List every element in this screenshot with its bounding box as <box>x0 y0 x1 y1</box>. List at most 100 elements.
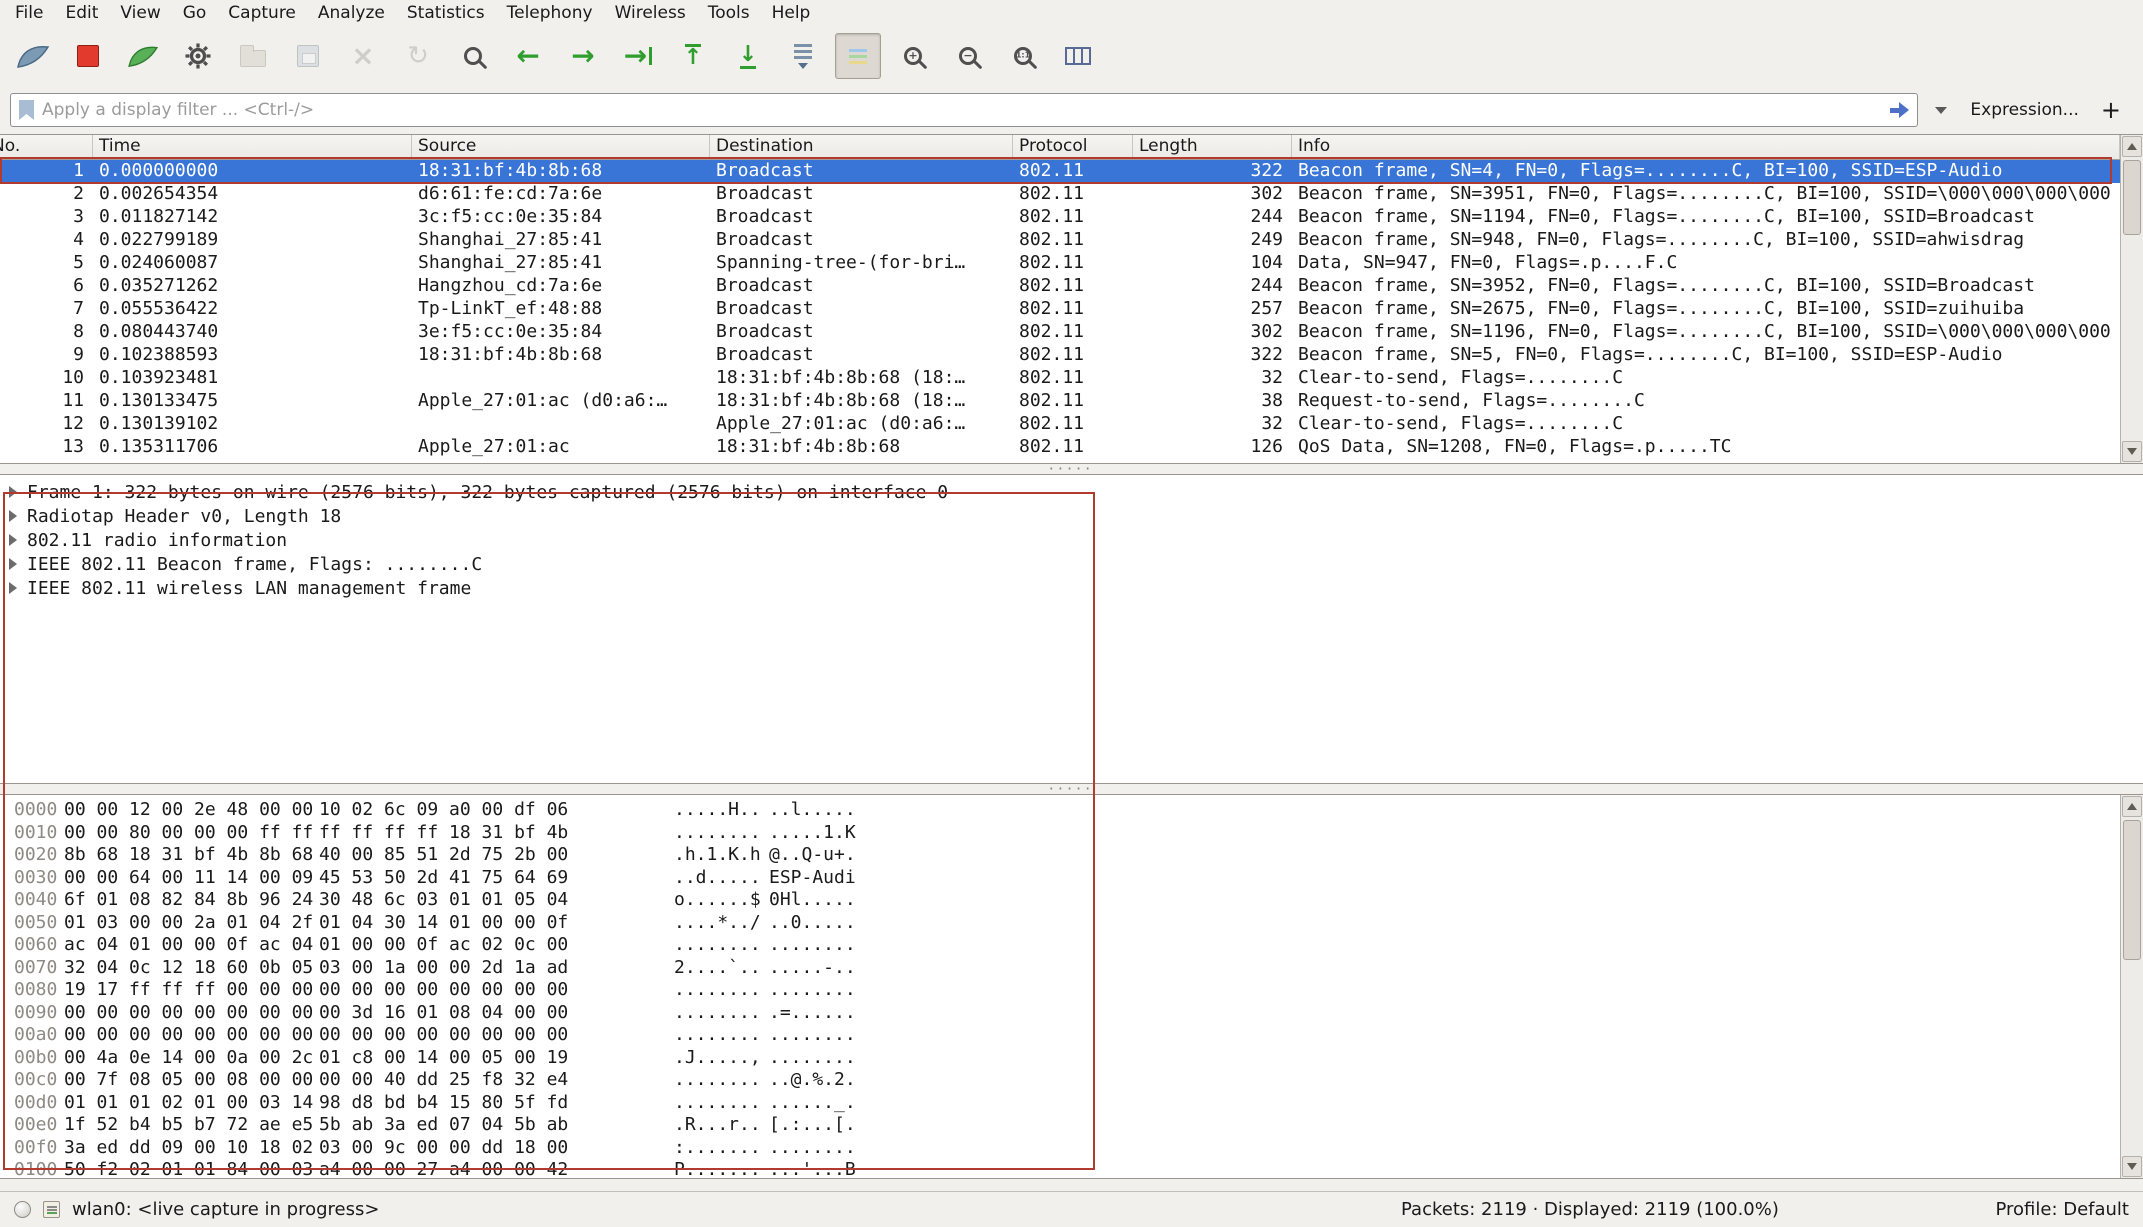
hex-row[interactable]: 009000 00 00 00 00 00 00 0000 3d 16 01 0… <box>0 1002 2143 1025</box>
detail-tree-item[interactable]: 802.11 radio information <box>0 528 2143 552</box>
scrollbar-thumb[interactable] <box>2123 820 2141 960</box>
scroll-down-button[interactable] <box>2122 1156 2142 1177</box>
column-header-protocol[interactable]: Protocol <box>1013 135 1133 159</box>
detail-tree-item[interactable]: Frame 1: 322 bytes on wire (2576 bits), … <box>0 480 2143 504</box>
add-filter-button[interactable]: + <box>2095 96 2133 124</box>
hex-row[interactable]: 00f03a ed dd 09 00 10 18 0203 00 9c 00 0… <box>0 1137 2143 1160</box>
packet-row[interactable]: 110.130133475Apple_27:01:ac (d0:a6:…18:3… <box>0 390 2120 413</box>
auto-scroll-button[interactable] <box>780 33 826 79</box>
hex-row[interactable]: 005001 03 00 00 2a 01 04 2f01 04 30 14 0… <box>0 912 2143 935</box>
column-header-length[interactable]: Length <box>1133 135 1292 159</box>
packet-row[interactable]: 120.130139102Apple_27:01:ac (d0:a6:…802.… <box>0 413 2120 436</box>
hex-bytes: 1f 52 b4 b5 b7 72 ae e5 <box>64 1114 319 1137</box>
menu-analyze[interactable]: Analyze <box>307 1 396 25</box>
hex-row[interactable]: 00b000 4a 0e 14 00 0a 00 2c01 c8 00 14 0… <box>0 1047 2143 1070</box>
packet-row[interactable]: 100.10392348118:31:bf:4b:8b:68 (18:…802.… <box>0 367 2120 390</box>
expression-button[interactable]: Expression... <box>1964 100 2085 120</box>
hex-row[interactable]: 00406f 01 08 82 84 8b 96 2430 48 6c 03 0… <box>0 889 2143 912</box>
packet-row[interactable]: 50.024060087Shanghai_27:85:41Spanning-tr… <box>0 252 2120 275</box>
go-to-packet-button[interactable]: → <box>615 33 661 79</box>
expander-icon[interactable] <box>9 534 17 546</box>
packet-row[interactable]: 30.0118271423c:f5:cc:0e:35:84Broadcast80… <box>0 206 2120 229</box>
packet-row[interactable]: 20.002654354d6:61:fe:cd:7a:6eBroadcast80… <box>0 183 2120 206</box>
expander-icon[interactable] <box>9 486 17 498</box>
hex-row[interactable]: 008019 17 ff ff ff 00 00 0000 00 00 00 0… <box>0 979 2143 1002</box>
hex-row[interactable]: 00208b 68 18 31 bf 4b 8b 6840 00 85 51 2… <box>0 844 2143 867</box>
hex-row[interactable]: 0060ac 04 01 00 00 0f ac 0401 00 00 0f a… <box>0 934 2143 957</box>
find-packet-button[interactable] <box>450 33 496 79</box>
capture-comment-icon[interactable] <box>43 1201 60 1218</box>
menu-file[interactable]: File <box>4 1 54 25</box>
hex-pane-scrollbar[interactable] <box>2120 795 2143 1178</box>
packet-row[interactable]: 90.10238859318:31:bf:4b:8b:68Broadcast80… <box>0 344 2120 367</box>
open-file-button[interactable] <box>230 33 276 79</box>
expander-icon[interactable] <box>9 582 17 594</box>
restart-capture-button[interactable] <box>120 33 166 79</box>
start-capture-button[interactable] <box>10 33 56 79</box>
profile-text[interactable]: Profile: Default <box>1995 1199 2129 1220</box>
colorize-button[interactable] <box>835 33 881 79</box>
save-file-button[interactable] <box>285 33 331 79</box>
last-packet-button[interactable]: ↓ <box>725 33 771 79</box>
detail-tree-item[interactable]: IEEE 802.11 Beacon frame, Flags: .......… <box>0 552 2143 576</box>
menu-capture[interactable]: Capture <box>217 1 307 25</box>
stop-capture-button[interactable] <box>65 33 111 79</box>
hex-row[interactable]: 007032 04 0c 12 18 60 0b 0503 00 1a 00 0… <box>0 957 2143 980</box>
resize-columns-button[interactable] <box>1055 33 1101 79</box>
packet-row[interactable]: 40.022799189Shanghai_27:85:41Broadcast80… <box>0 229 2120 252</box>
packet-row[interactable]: 60.035271262Hangzhou_cd:7a:6eBroadcast80… <box>0 275 2120 298</box>
hex-row[interactable]: 003000 00 64 00 11 14 00 0945 53 50 2d 4… <box>0 867 2143 890</box>
packet-row[interactable]: 10.00000000018:31:bf:4b:8b:68Broadcast80… <box>0 160 2120 183</box>
detail-tree-item[interactable]: IEEE 802.11 wireless LAN management fram… <box>0 576 2143 600</box>
next-packet-button[interactable]: → <box>560 33 606 79</box>
menu-go[interactable]: Go <box>172 1 218 25</box>
column-header-time[interactable]: Time <box>93 135 412 159</box>
hex-row[interactable]: 000000 00 12 00 2e 48 00 0010 02 6c 09 a… <box>0 799 2143 822</box>
hex-row[interactable]: 00a000 00 00 00 00 00 00 0000 00 00 00 0… <box>0 1024 2143 1047</box>
scroll-up-button[interactable] <box>2122 796 2142 817</box>
zoom-in-button[interactable]: + <box>890 33 936 79</box>
zoom-out-button[interactable]: − <box>945 33 991 79</box>
first-packet-button[interactable]: ↑ <box>670 33 716 79</box>
menu-view[interactable]: View <box>109 1 171 25</box>
menu-tools[interactable]: Tools <box>697 1 761 25</box>
scroll-down-button[interactable] <box>2122 441 2142 462</box>
column-header-no[interactable]: No. <box>0 135 93 159</box>
hex-row[interactable]: 00e01f 52 b4 b5 b7 72 ae e55b ab 3a ed 0… <box>0 1114 2143 1137</box>
packet-row[interactable]: 130.135311706Apple_27:01:ac18:31:bf:4b:8… <box>0 436 2120 459</box>
menu-statistics[interactable]: Statistics <box>396 1 496 25</box>
menu-wireless[interactable]: Wireless <box>604 1 697 25</box>
detail-tree-item[interactable]: Radiotap Header v0, Length 18 <box>0 504 2143 528</box>
column-header-destination[interactable]: Destination <box>710 135 1013 159</box>
expander-icon[interactable] <box>9 558 17 570</box>
pane-splitter[interactable]: ····· <box>0 464 2143 474</box>
expander-icon[interactable] <box>9 510 17 522</box>
reload-file-button[interactable]: ↻ <box>395 33 441 79</box>
hex-row[interactable]: 010050 f2 02 01 01 84 00 03a4 00 00 27 a… <box>0 1159 2143 1179</box>
menu-help[interactable]: Help <box>761 1 822 25</box>
hex-row[interactable]: 00d001 01 01 02 01 00 03 1498 d8 bd b4 1… <box>0 1092 2143 1115</box>
display-filter-input[interactable] <box>42 100 1882 120</box>
hex-row[interactable]: 00c000 7f 08 05 00 08 00 0000 00 40 dd 2… <box>0 1069 2143 1092</box>
filter-dropdown-button[interactable] <box>1928 93 1954 127</box>
menu-telephony[interactable]: Telephony <box>496 1 604 25</box>
previous-packet-button[interactable]: ← <box>505 33 551 79</box>
packet-list-scrollbar[interactable] <box>2120 135 2143 463</box>
capture-options-button[interactable] <box>175 33 221 79</box>
hex-bytes: 8b 68 18 31 bf 4b 8b 68 <box>64 844 319 867</box>
pane-splitter[interactable]: ····· <box>0 784 2143 794</box>
filter-bookmark-icon[interactable] <box>19 100 34 120</box>
column-header-info[interactable]: Info <box>1292 135 2120 159</box>
menu-edit[interactable]: Edit <box>54 1 109 25</box>
packet-row[interactable]: 80.0804437403e:f5:cc:0e:35:84Broadcast80… <box>0 321 2120 344</box>
hex-ascii: ........ <box>769 1137 856 1160</box>
scrollbar-thumb[interactable] <box>2123 160 2141 235</box>
apply-filter-button[interactable] <box>1890 102 1909 118</box>
hex-row[interactable]: 001000 00 80 00 00 00 ff ffff ff ff ff 1… <box>0 822 2143 845</box>
column-header-source[interactable]: Source <box>412 135 710 159</box>
close-file-button[interactable]: × <box>340 33 386 79</box>
packet-row[interactable]: 70.055536422Tp-LinkT_ef:48:88Broadcast80… <box>0 298 2120 321</box>
expert-info-icon[interactable] <box>14 1201 31 1218</box>
zoom-original-button[interactable]: 1:1 <box>1000 33 1046 79</box>
scroll-up-button[interactable] <box>2122 136 2142 157</box>
